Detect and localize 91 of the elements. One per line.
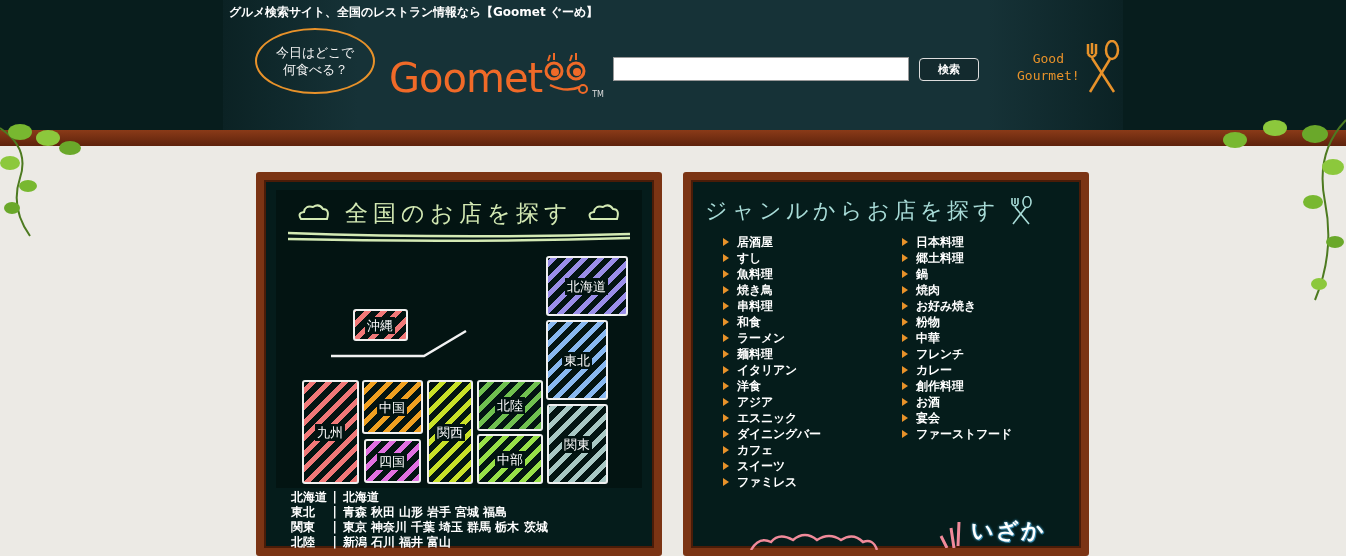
bullet-icon	[722, 302, 729, 310]
genre-link[interactable]: カフェ	[736, 441, 773, 459]
genre-link[interactable]: 焼肉	[915, 281, 940, 299]
bullet-icon	[901, 366, 908, 374]
bullet-icon	[722, 382, 729, 390]
map-region[interactable]: 沖縄	[352, 309, 408, 341]
bullet-icon	[901, 302, 908, 310]
genre-link[interactable]: 日本料理	[915, 233, 964, 251]
goomet-logo[interactable]: Goomet TM	[389, 49, 604, 101]
genre-link[interactable]: イタリアン	[736, 361, 797, 379]
bullet-icon	[722, 254, 729, 262]
prefecture-links[interactable]: 北海道	[342, 490, 379, 505]
separator-text: |	[332, 505, 338, 520]
slogan-text: Good Gourmet!	[1017, 50, 1080, 84]
bullet-icon	[722, 286, 729, 294]
search-field[interactable]	[613, 57, 909, 81]
map-region[interactable]: 東北	[545, 320, 608, 400]
genre-link[interactable]: 粉物	[915, 313, 940, 331]
map-region[interactable]: 北陸	[476, 380, 543, 431]
bullet-icon	[722, 334, 729, 342]
bullet-icon	[901, 286, 908, 294]
genre-link[interactable]: ラーメン	[736, 329, 785, 347]
genre-link[interactable]: 洋食	[736, 377, 761, 395]
separator-text: |	[332, 535, 338, 550]
bullet-icon	[722, 270, 729, 278]
genre-link[interactable]: 郷土料理	[915, 249, 964, 267]
genre-link[interactable]: 焼き鳥	[736, 281, 773, 299]
genre-link[interactable]: アジア	[736, 393, 773, 411]
genre-link[interactable]: 麺料理	[736, 345, 773, 363]
map-region[interactable]: 四国	[363, 439, 421, 483]
bullet-icon	[722, 462, 729, 470]
genre-link[interactable]: 居酒屋	[736, 233, 773, 251]
bullet-icon	[722, 398, 729, 406]
genre-link[interactable]: 中華	[915, 329, 940, 347]
speech-bubble: 今日はどこで 何食べる？	[255, 28, 375, 94]
bullet-icon	[901, 430, 908, 438]
genre-link[interactable]: すし	[736, 249, 761, 267]
bullet-icon	[722, 430, 729, 438]
genre-link[interactable]: フレンチ	[915, 345, 964, 363]
genre-link[interactable]: カレー	[915, 361, 952, 379]
map-region[interactable]: 関東	[546, 404, 608, 484]
search-button[interactable]: 検索	[919, 57, 979, 81]
genre-link[interactable]: スイーツ	[736, 457, 785, 475]
genre-link[interactable]: ファミレス	[736, 473, 797, 491]
map-region[interactable]: 中部	[476, 434, 543, 484]
bullet-icon	[901, 238, 908, 246]
bullet-icon	[722, 366, 729, 374]
bullet-icon	[901, 350, 908, 358]
separator-text: |	[332, 520, 338, 535]
genre-link[interactable]: ダイニングバー	[736, 425, 821, 443]
genre-link[interactable]: 創作料理	[915, 377, 964, 395]
map-region[interactable]: 中国	[361, 380, 423, 434]
prefecture-links[interactable]: 東京 神奈川 千葉 埼玉 群馬 栃木 茨城	[342, 520, 548, 535]
genre-link[interactable]: 串料理	[736, 297, 773, 315]
bullet-icon	[901, 254, 908, 262]
genre-link[interactable]: お好み焼き	[915, 297, 976, 315]
cloud-icon	[586, 203, 621, 223]
area-name: 東北	[290, 505, 316, 520]
sticker-text: いざか	[970, 517, 1046, 545]
bullet-icon	[722, 446, 729, 454]
genre-link[interactable]: お酒	[915, 393, 940, 411]
bullet-icon	[901, 270, 908, 278]
site-tagline: グルメ検索サイト、全国のレストラン情報なら【Goomet ぐーめ】	[229, 4, 599, 20]
bullet-icon	[722, 318, 729, 326]
bullet-icon	[901, 382, 908, 390]
bullet-icon	[901, 334, 908, 342]
prefecture-links[interactable]: 新潟 石川 福井 富山	[342, 535, 452, 550]
map-region[interactable]: 関西	[426, 380, 473, 484]
separator-text: |	[332, 490, 338, 505]
bullet-icon	[901, 398, 908, 406]
area-name: 北海道	[290, 490, 328, 505]
cloud-icon	[296, 203, 331, 223]
genre-link[interactable]: 和食	[736, 313, 761, 331]
map-region[interactable]: 九州	[301, 380, 359, 484]
board-title: 全国のお店を探す	[344, 198, 573, 228]
board-title: ジャンルからお店を探す	[704, 197, 1000, 225]
bullet-icon	[722, 414, 729, 422]
bullet-icon	[722, 238, 729, 246]
genre-link[interactable]: 宴会	[915, 409, 940, 427]
genre-link[interactable]: 鍋	[915, 265, 928, 283]
bullet-icon	[901, 318, 908, 326]
bullet-icon	[722, 350, 729, 358]
genre-link[interactable]: ファーストフード	[915, 425, 1012, 443]
bullet-icon	[901, 414, 908, 422]
area-name: 関東	[290, 520, 316, 535]
area-name: 北陸	[290, 535, 316, 550]
genre-link[interactable]: エスニック	[736, 409, 797, 427]
bullet-icon	[722, 478, 729, 486]
genre-link[interactable]: 魚料理	[736, 265, 773, 283]
prefecture-links[interactable]: 青森 秋田 山形 岩手 宮城 福島	[342, 505, 508, 520]
map-region[interactable]: 北海道	[545, 256, 628, 316]
